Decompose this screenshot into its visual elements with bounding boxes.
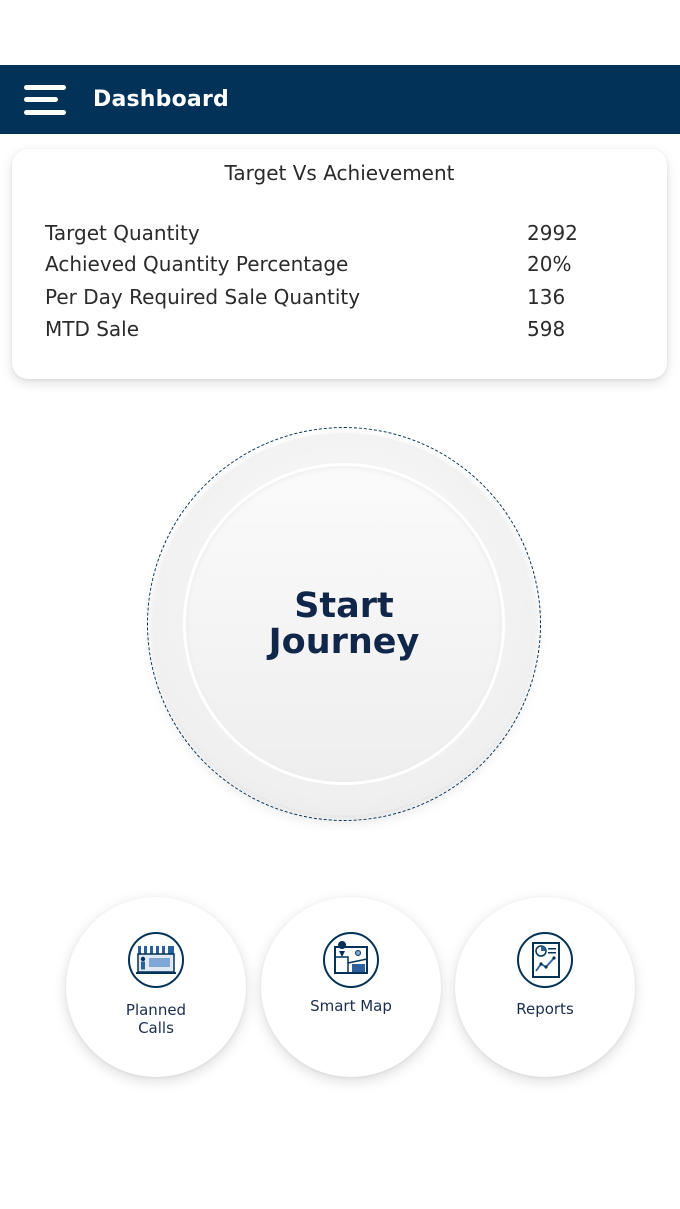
metric-value: 20%: [527, 252, 572, 276]
metric-value: 598: [527, 317, 566, 341]
page-title: Dashboard: [93, 87, 229, 112]
metric-value: 2992: [527, 221, 578, 245]
smart-map-button[interactable]: Smart Map: [261, 897, 441, 1077]
start-journey-label-line2: Journey: [268, 622, 420, 662]
metric-row-per-day-required: Per Day Required Sale Quantity 136: [45, 285, 605, 313]
map-icon: [323, 932, 379, 988]
reports-label: Reports: [516, 1000, 574, 1018]
card-heading: Target Vs Achievement: [224, 161, 455, 185]
target-achievement-card: Target Vs Achievement Target Quantity 29…: [12, 149, 667, 379]
hamburger-menu-icon[interactable]: [24, 84, 66, 115]
metric-label: Achieved Quantity Percentage: [45, 252, 349, 276]
dashboard-screen: Dashboard Target Vs Achievement Target Q…: [0, 0, 680, 1209]
reports-button[interactable]: Reports: [455, 897, 635, 1077]
smart-map-label: Smart Map: [310, 997, 392, 1015]
report-chart-icon: [517, 932, 573, 988]
metric-row-mtd-sale: MTD Sale 598: [45, 317, 605, 345]
app-header: Dashboard: [0, 65, 680, 134]
planned-calls-label: Planned Calls: [125, 1001, 187, 1037]
metric-label: Per Day Required Sale Quantity: [45, 285, 361, 309]
start-journey-button[interactable]: Start Journey: [186, 466, 502, 782]
metric-row-target-quantity: Target Quantity 2992: [45, 221, 605, 249]
metric-value: 136: [527, 285, 566, 309]
planned-calls-button[interactable]: Planned Calls: [66, 897, 246, 1077]
metric-label: MTD Sale: [45, 317, 140, 341]
storefront-icon: [128, 932, 184, 988]
metric-label: Target Quantity: [45, 221, 200, 245]
metric-row-achieved-percentage: Achieved Quantity Percentage 20%: [45, 252, 605, 280]
start-journey-label-line1: Start: [294, 586, 394, 626]
